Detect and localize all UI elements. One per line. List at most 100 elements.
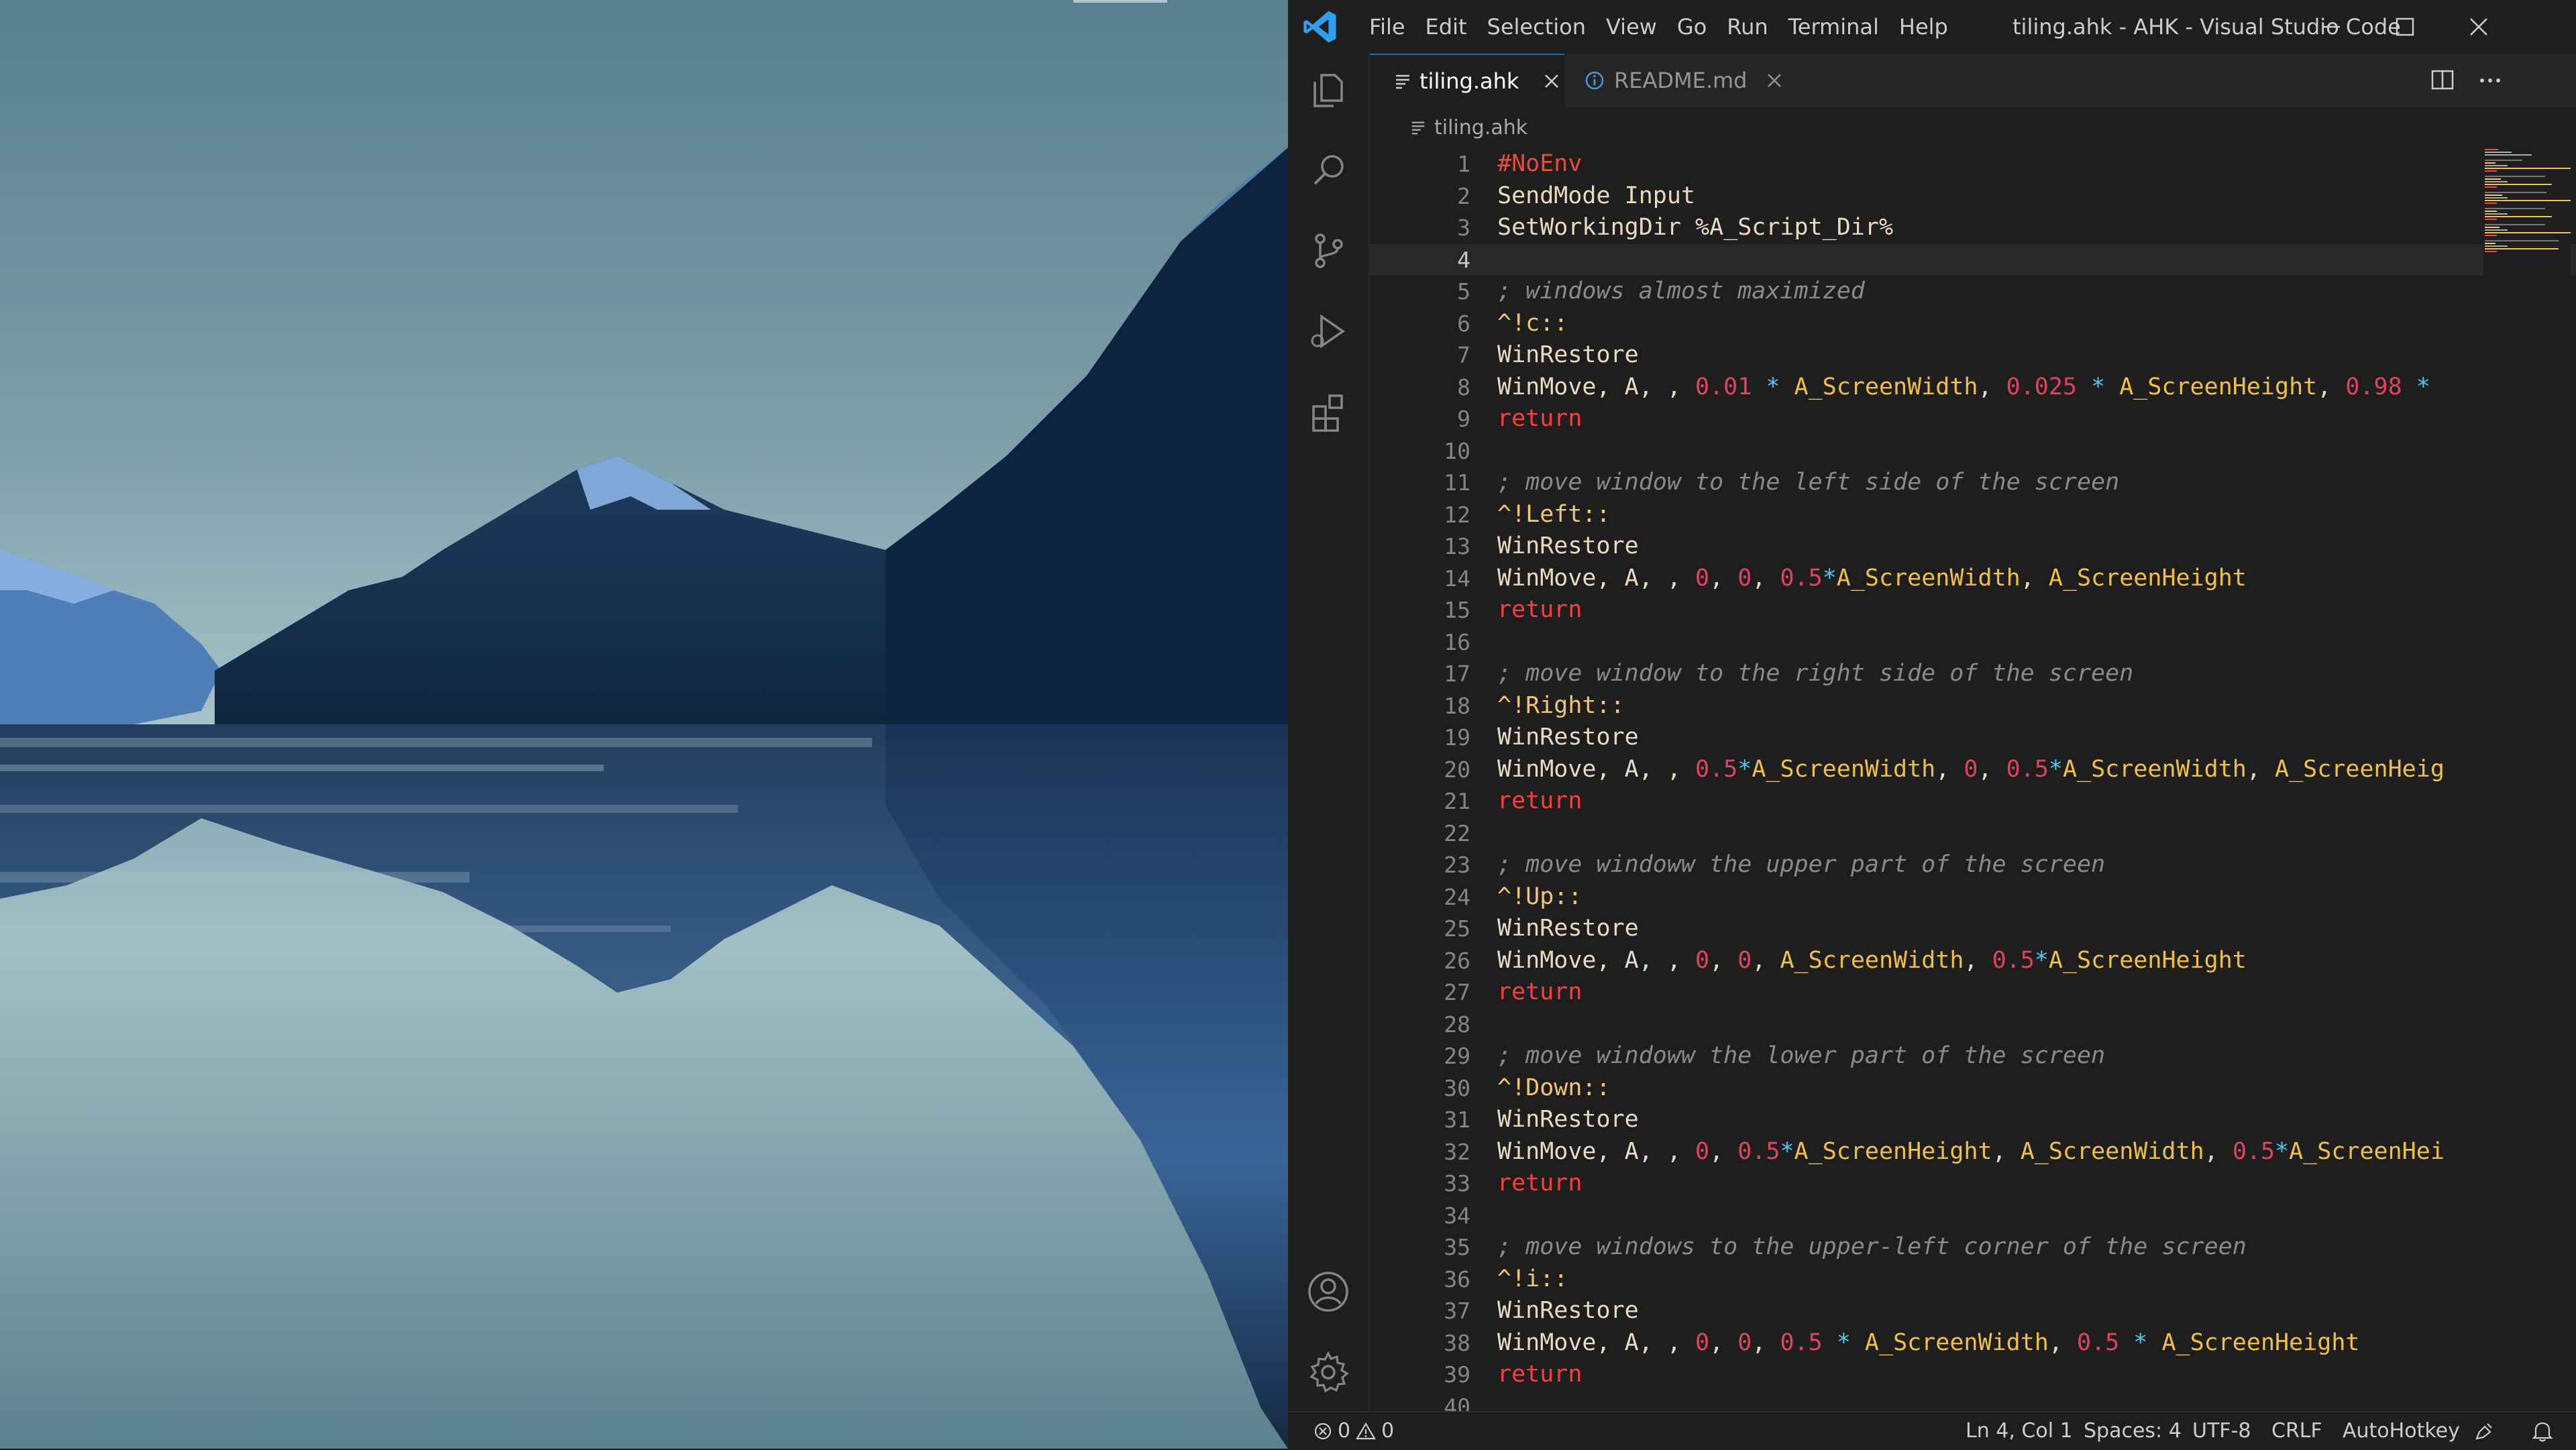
code-line[interactable]: 38 WinMove, A, , 0, 0, 0.5 * A_ScreenWidt… xyxy=(1370,1327,2576,1359)
code-line[interactable]: 27 return xyxy=(1370,977,2576,1009)
menu-file[interactable]: File xyxy=(1359,14,1415,40)
code-line[interactable]: 10 xyxy=(1370,435,2576,467)
accounts-button[interactable] xyxy=(1304,1268,1352,1316)
code-token: A_ScreenWidth xyxy=(1864,1329,2049,1356)
code-token: , xyxy=(1964,946,1992,974)
split-editor-button[interactable] xyxy=(2430,67,2457,94)
code-line[interactable]: 32 WinMove, A, , 0, 0.5*A_ScreenHeight, A… xyxy=(1370,1136,2576,1168)
line-number: 30 xyxy=(1444,1074,1470,1101)
code-line[interactable]: 30 ^!Down:: xyxy=(1370,1072,2576,1105)
code-line[interactable]: 12 ^!Left:: xyxy=(1370,499,2576,531)
tab-label: README.md xyxy=(1614,68,1748,93)
code-line[interactable]: 25 WinRestore xyxy=(1370,913,2576,945)
code-line[interactable]: 3 SetWorkingDir %A_Script_Dir% xyxy=(1370,212,2576,244)
code-line[interactable]: 9 return xyxy=(1370,403,2576,435)
encoding-setting[interactable]: UTF-8 xyxy=(2192,1412,2251,1450)
code-line[interactable]: 6 ^!c:: xyxy=(1370,308,2576,340)
code-line[interactable]: 35 ; move windows to the upper-left corne… xyxy=(1370,1231,2576,1264)
code-line[interactable]: 28 xyxy=(1370,1009,2576,1041)
code-line[interactable]: 29 ; move windoww the lower part of the s… xyxy=(1370,1040,2576,1072)
notifications-button[interactable] xyxy=(2532,1412,2553,1450)
menu-terminal[interactable]: Terminal xyxy=(1778,14,1889,40)
code-text: ^!Down:: xyxy=(1497,1072,2477,1105)
minimize-button[interactable] xyxy=(2294,0,2368,54)
code-line[interactable]: 14 WinMove, A, , 0, 0, 0.5*A_ScreenWidth,… xyxy=(1370,563,2576,595)
code-line[interactable]: 23 ; move windoww the upper part of the s… xyxy=(1370,849,2576,881)
line-number: 2 xyxy=(1457,182,1470,209)
tab-readme-md[interactable]: README.md xyxy=(1564,54,1786,107)
code-line[interactable]: 1 #NoEnv xyxy=(1370,148,2576,180)
menu-edit[interactable]: Edit xyxy=(1415,14,1477,40)
code-text: SendMode Input xyxy=(1497,180,2477,213)
manage-settings-button[interactable] xyxy=(1304,1348,1352,1396)
code-line[interactable]: 7 WinRestore xyxy=(1370,339,2576,372)
maximize-button[interactable] xyxy=(2368,0,2442,54)
minimize-icon xyxy=(2322,25,2340,28)
breadcrumb-file[interactable]: tiling.ahk xyxy=(1434,116,1527,140)
close-window-button[interactable] xyxy=(2442,0,2516,54)
menu-run[interactable]: Run xyxy=(1717,14,1778,40)
code-text: ; move windows to the upper-left corner … xyxy=(1497,1231,2477,1264)
code-token: * xyxy=(1737,755,1752,783)
tab-tiling-ahk[interactable]: tiling.ahk xyxy=(1370,54,1564,107)
vscode-window: File Edit Selection View Go Run Terminal… xyxy=(1288,0,2576,1450)
search-button[interactable] xyxy=(1304,146,1352,194)
code-line[interactable]: 19 WinRestore xyxy=(1370,722,2576,754)
code-line[interactable]: 21 return xyxy=(1370,785,2576,818)
code-line[interactable]: 24 ^!Up:: xyxy=(1370,881,2576,913)
code-line[interactable]: 8 WinMove, A, , 0.01 * A_ScreenWidth, 0.0… xyxy=(1370,372,2576,404)
code-line[interactable]: 37 WinRestore xyxy=(1370,1295,2576,1327)
code-line[interactable]: 13 WinRestore xyxy=(1370,531,2576,563)
code-line[interactable]: 33 return xyxy=(1370,1168,2576,1200)
more-actions-button[interactable] xyxy=(2477,67,2504,94)
explorer-button[interactable] xyxy=(1304,66,1352,114)
code-text: WinRestore xyxy=(1497,913,2477,945)
code-line[interactable]: 17 ; move window to the right side of the… xyxy=(1370,658,2576,690)
run-debug-button[interactable] xyxy=(1304,307,1352,355)
cursor-position[interactable]: Ln 4, Col 1 xyxy=(1966,1412,2073,1450)
run-debug-icon xyxy=(1311,314,1346,349)
code-line[interactable]: 26 WinMove, A, , 0, 0, A_ScreenWidth, 0.5… xyxy=(1370,945,2576,977)
code-line[interactable]: 36 ^!i:: xyxy=(1370,1264,2576,1296)
close-tab-icon[interactable] xyxy=(1543,72,1560,90)
code-token: * xyxy=(1780,1137,1794,1165)
line-number: 39 xyxy=(1444,1361,1470,1388)
code-line[interactable]: 11 ; move window to the left side of the … xyxy=(1370,467,2576,499)
code-line[interactable]: 20 WinMove, A, , 0.5*A_ScreenWidth, 0, 0.… xyxy=(1370,754,2576,786)
code-line[interactable]: 40 xyxy=(1370,1391,2576,1412)
code-line[interactable]: 2 SendMode Input xyxy=(1370,180,2576,213)
menu-go[interactable]: Go xyxy=(1667,14,1717,40)
code-line[interactable]: 5 ; windows almost maximized xyxy=(1370,276,2576,308)
code-line[interactable]: 15 return xyxy=(1370,594,2576,626)
code-line[interactable]: 22 xyxy=(1370,818,2576,850)
code-line[interactable]: 34 xyxy=(1370,1200,2576,1232)
language-mode[interactable]: AutoHotkey xyxy=(2343,1412,2460,1450)
code-editor[interactable]: 1 #NoEnv 2 SendMode Input 3 SetWorkingDir %A_… xyxy=(1370,148,2576,1411)
warning-count: 0 xyxy=(1381,1419,1395,1443)
code-token: , xyxy=(1752,564,1780,592)
extensions-button[interactable] xyxy=(1304,388,1352,436)
eol-setting[interactable]: CRLF xyxy=(2271,1412,2322,1450)
code-line[interactable]: 39 return xyxy=(1370,1359,2576,1391)
minimap[interactable] xyxy=(2483,148,2571,349)
code-line[interactable]: 16 xyxy=(1370,626,2576,659)
code-text: WinRestore xyxy=(1497,1295,2477,1327)
menu-help[interactable]: Help xyxy=(1889,14,1958,40)
close-tab-icon[interactable] xyxy=(1766,72,1783,89)
breadcrumb[interactable]: tiling.ahk xyxy=(1370,107,2576,148)
source-control-button[interactable] xyxy=(1304,227,1352,275)
feedback-button[interactable] xyxy=(2473,1412,2496,1450)
editor-tabs: tiling.ahk README.md xyxy=(1370,54,2576,107)
code-token: return xyxy=(1497,787,1582,814)
code-line[interactable]: 4 xyxy=(1370,243,2576,276)
problems-indicator[interactable]: 0 0 xyxy=(1313,1412,1394,1450)
code-token: ^!Up:: xyxy=(1497,883,1582,910)
menu-selection[interactable]: Selection xyxy=(1477,14,1596,40)
code-line[interactable]: 18 ^!Right:: xyxy=(1370,690,2576,722)
code-text: return xyxy=(1497,977,2477,1009)
code-token: WinRestore xyxy=(1497,915,1639,942)
code-token: return xyxy=(1497,979,1582,1005)
code-line[interactable]: 31 WinRestore xyxy=(1370,1104,2576,1136)
menu-view[interactable]: View xyxy=(1596,14,1667,40)
indentation-setting[interactable]: Spaces: 4 xyxy=(2084,1412,2182,1450)
